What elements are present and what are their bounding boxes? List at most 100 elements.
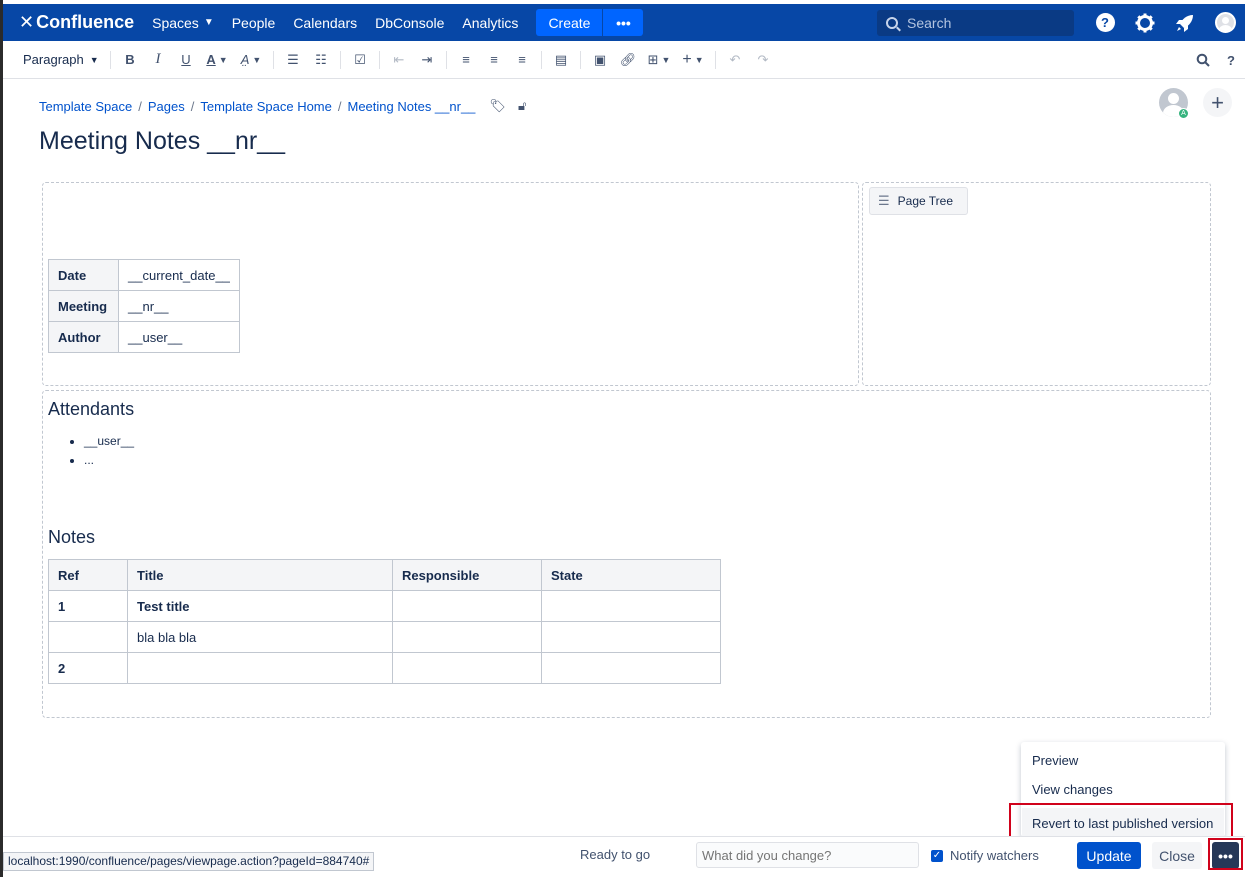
outdent-button[interactable]: ⇤ (385, 41, 413, 79)
breadcrumb-template-space[interactable]: Template Space (39, 99, 132, 114)
align-left-button[interactable]: ≡ (452, 41, 480, 79)
table-cell[interactable]: bla bla bla (127, 621, 393, 653)
close-button[interactable]: Close (1152, 842, 1202, 869)
table-cell[interactable]: 1 (48, 590, 128, 622)
help-icon: ? (1095, 13, 1115, 32)
nav-dbconsole[interactable]: DbConsole (375, 15, 444, 31)
menu-item-preview[interactable]: Preview (1032, 753, 1078, 768)
confluence-logo[interactable]: ✕ Confluence (19, 12, 134, 33)
task-list-button[interactable]: ☑ (346, 41, 374, 79)
toolbar-divider (541, 50, 542, 69)
table-cell[interactable] (392, 621, 542, 653)
insert-table-button[interactable]: ⊞ ▼ (642, 41, 676, 79)
breadcrumb-separator: / (138, 98, 142, 114)
undo-button[interactable]: ↶ (721, 41, 749, 79)
italic-button[interactable]: I (144, 41, 172, 79)
attendants-list: __user__ ... (84, 432, 134, 470)
editor-toolbar: Paragraph ▼ B I U A ▼ A̤ ▼ ☰ ☷ ☑ ⇤ ⇥ ≡ ≡… (3, 41, 1245, 79)
breadcrumb: Template Space / Pages / Template Space … (39, 98, 526, 114)
create-more-button[interactable]: ••• (603, 9, 644, 36)
toolbar-divider (273, 50, 274, 69)
table-cell[interactable] (127, 652, 393, 684)
help-button[interactable]: ? (1217, 41, 1245, 79)
nav-calendars[interactable]: Calendars (293, 15, 357, 31)
column-header-responsible[interactable]: Responsible (392, 559, 542, 591)
list-item[interactable]: __user__ (84, 432, 134, 451)
table-header-row: Ref Title Responsible State (48, 559, 721, 591)
breadcrumb-separator: / (337, 98, 342, 114)
column-header-state[interactable]: State (541, 559, 721, 591)
search-placeholder: Search (907, 15, 952, 31)
notify-watchers-label: Notify watchers (950, 848, 1039, 863)
table-cell[interactable] (541, 590, 721, 622)
table-cell[interactable]: __current_date__ (118, 259, 240, 291)
notifications-button[interactable] (1165, 13, 1205, 33)
list-item[interactable]: ... (84, 451, 134, 470)
page-layout-button[interactable]: ▤ (547, 41, 575, 79)
column-header-title[interactable]: Title (127, 559, 393, 591)
align-center-icon: ≡ (490, 52, 498, 67)
link-icon: 🔗︎ (619, 51, 637, 67)
settings-button[interactable] (1125, 13, 1165, 33)
indent-button[interactable]: ⇥ (413, 41, 441, 79)
toolbar-divider (580, 50, 581, 69)
nav-people[interactable]: People (232, 15, 276, 31)
attendants-heading[interactable]: Attendants (48, 399, 134, 420)
table-row: 1 Test title (48, 590, 721, 622)
add-collaborator-button[interactable]: + (1203, 88, 1232, 117)
profile-button[interactable] (1205, 12, 1245, 33)
table-header-cell[interactable]: Meeting (48, 290, 119, 322)
align-left-icon: ≡ (462, 52, 470, 67)
table-cell[interactable]: Test title (127, 590, 393, 622)
align-center-button[interactable]: ≡ (480, 41, 508, 79)
align-right-button[interactable]: ≡ (508, 41, 536, 79)
label-tag-icon[interactable]: 🏷︎ (489, 98, 506, 114)
layout-icon: ▤ (554, 51, 568, 67)
page-title[interactable]: Meeting Notes __nr__ (39, 127, 285, 156)
help-button[interactable]: ? (1085, 13, 1125, 32)
checkbox-checked-icon: ✓ (931, 849, 943, 862)
table-cell[interactable] (48, 621, 128, 653)
insert-more-button[interactable]: + ▼ (676, 41, 710, 79)
paragraph-style-select[interactable]: Paragraph ▼ (17, 41, 105, 79)
update-button[interactable]: Update (1077, 842, 1141, 869)
text-color-button[interactable]: A ▼ (200, 41, 234, 79)
plus-icon: + (1211, 89, 1224, 115)
table-cell[interactable] (541, 621, 721, 653)
column-header-ref[interactable]: Ref (48, 559, 128, 591)
unlock-icon[interactable]: 🔓︎ (518, 98, 526, 114)
breadcrumb-separator: / (190, 98, 195, 114)
menu-item-view-changes[interactable]: View changes (1032, 782, 1113, 797)
breadcrumb-template-space-home[interactable]: Template Space Home (200, 99, 332, 114)
notes-heading[interactable]: Notes (48, 527, 95, 548)
search-input[interactable]: Search (877, 10, 1074, 36)
table-row: Meeting __nr__ (48, 290, 240, 322)
text-format-button[interactable]: A̤ ▼ (234, 41, 268, 79)
version-comment-input[interactable] (696, 842, 919, 868)
breadcrumb-pages[interactable]: Pages (148, 99, 185, 114)
breadcrumb-current-page[interactable]: Meeting Notes __nr__ (348, 99, 476, 114)
table-cell[interactable] (392, 590, 542, 622)
table-cell[interactable] (541, 652, 721, 684)
table-cell[interactable]: __user__ (118, 321, 240, 353)
page-tree-macro[interactable]: ☰ Page Tree (869, 187, 968, 215)
table-header-cell[interactable]: Author (48, 321, 119, 353)
underline-button[interactable]: U (172, 41, 200, 79)
redo-button[interactable]: ↷ (749, 41, 777, 79)
text-color-icon: A (206, 52, 216, 67)
notify-watchers-checkbox[interactable]: ✓ Notify watchers (931, 848, 1039, 863)
table-cell[interactable] (392, 652, 542, 684)
nav-analytics[interactable]: Analytics (462, 15, 518, 31)
table-cell[interactable]: 2 (48, 652, 128, 684)
bullet-list-button[interactable]: ☰ (279, 41, 307, 79)
find-replace-button[interactable] (1189, 41, 1217, 79)
table-cell[interactable]: __nr__ (118, 290, 240, 322)
bold-button[interactable]: B (116, 41, 144, 79)
insert-image-button[interactable]: ▣ (586, 41, 614, 79)
insert-link-button[interactable]: 🔗︎ (614, 41, 642, 79)
numbered-list-button[interactable]: ☷ (307, 41, 335, 79)
table-header-cell[interactable]: Date (48, 259, 119, 291)
nav-spaces[interactable]: Spaces ▼ (152, 15, 214, 31)
create-button[interactable]: Create (536, 9, 604, 36)
create-button-group: Create ••• (536, 9, 644, 36)
